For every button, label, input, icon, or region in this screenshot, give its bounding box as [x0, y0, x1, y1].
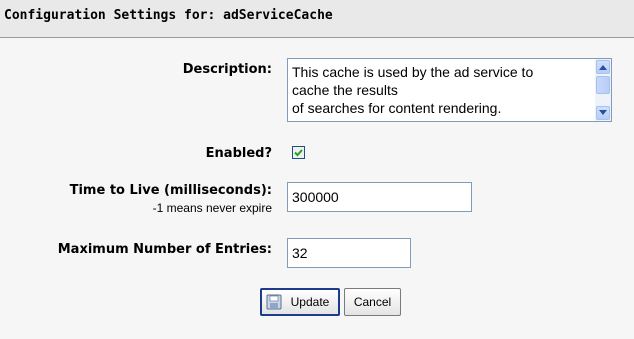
scroll-up-button[interactable] [596, 60, 610, 74]
scroll-down-button[interactable] [596, 106, 610, 120]
enabled-checkbox[interactable] [292, 146, 305, 159]
cancel-label: Cancel [353, 295, 392, 309]
page-title: Configuration Settings for: adServiceCac… [4, 8, 333, 23]
description-textarea[interactable]: This cache is used by the ad service to … [287, 58, 612, 122]
update-button[interactable]: Update [260, 288, 340, 316]
scroll-thumb[interactable] [596, 76, 610, 94]
enabled-label: Enabled? [205, 146, 272, 161]
config-panel: Configuration Settings for: adServiceCac… [0, 0, 634, 339]
arrow-up-icon [599, 65, 607, 70]
max-entries-label: Maximum Number of Entries: [57, 242, 272, 257]
floppy-disk-icon [266, 294, 282, 310]
description-label: Description: [182, 62, 272, 77]
update-label: Update [290, 295, 330, 309]
description-scrollbar[interactable] [595, 59, 611, 121]
checkmark-icon [294, 149, 303, 157]
panel-header: Configuration Settings for: adServiceCac… [0, 0, 634, 38]
ttl-hint: -1 means never expire [152, 201, 272, 215]
max-entries-input[interactable]: 32 [287, 238, 411, 268]
ttl-input[interactable]: 300000 [287, 182, 472, 212]
cancel-button[interactable]: Cancel [344, 288, 401, 316]
description-text[interactable]: This cache is used by the ad service to … [292, 63, 592, 117]
ttl-label: Time to Live (milliseconds): [69, 183, 272, 198]
arrow-down-icon [599, 110, 607, 115]
